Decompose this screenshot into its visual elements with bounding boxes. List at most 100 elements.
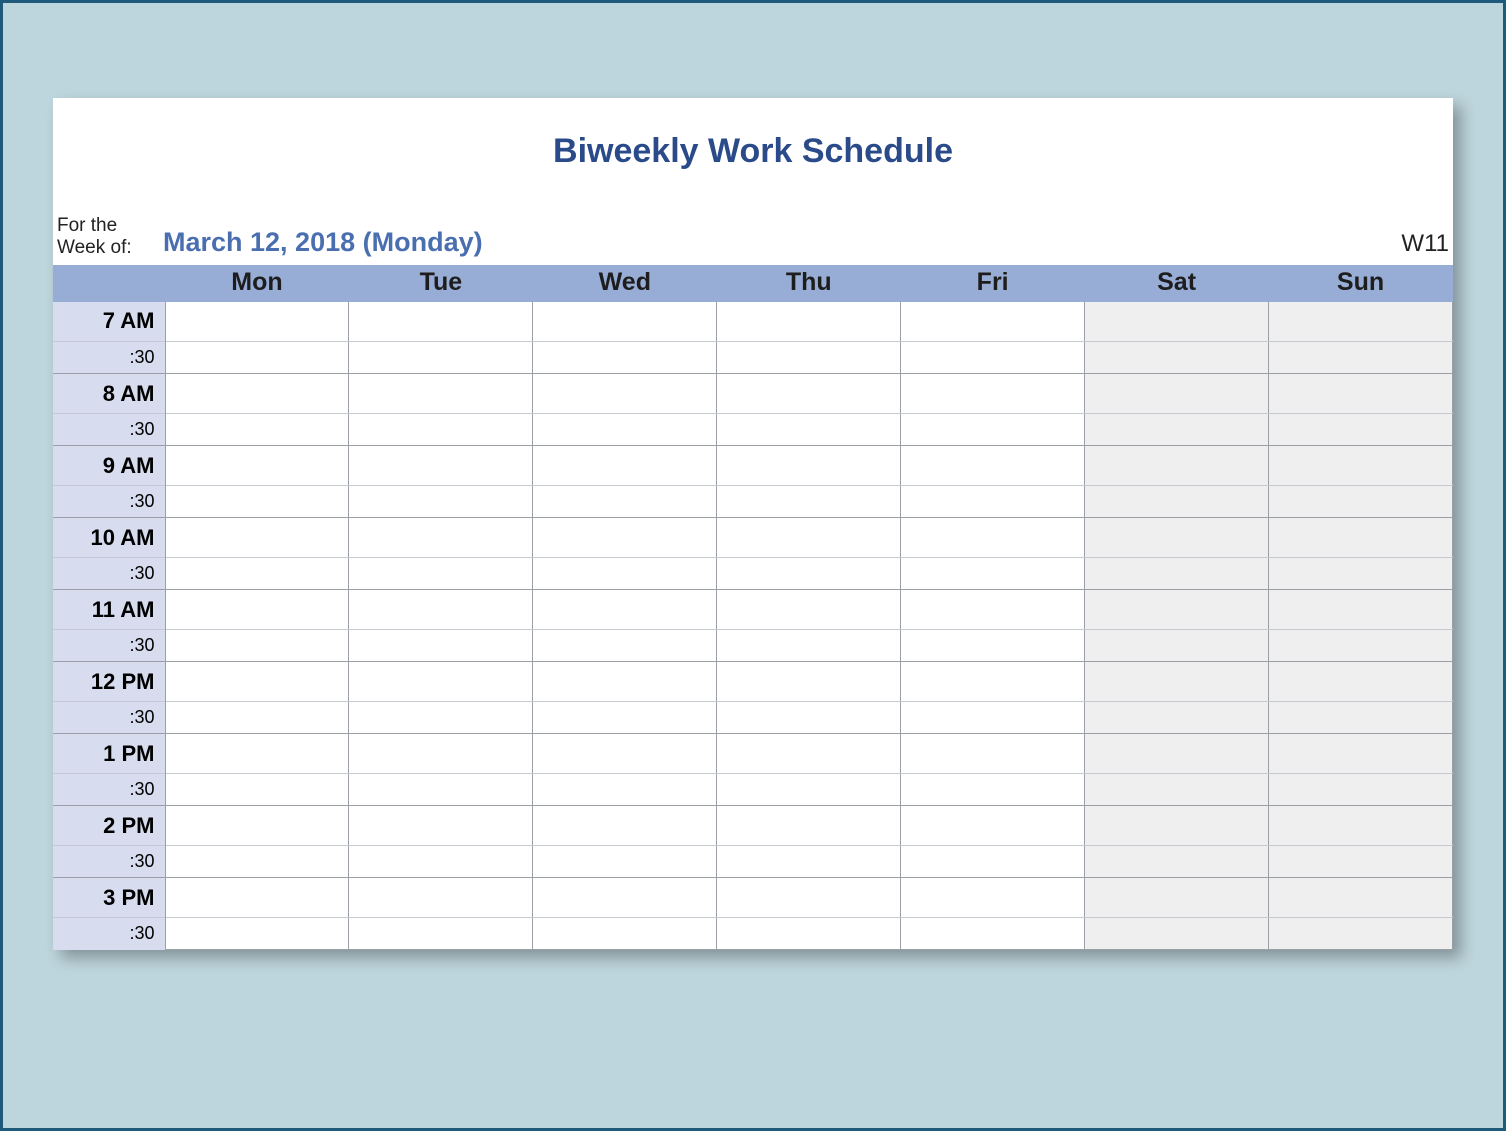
schedule-cell[interactable] — [717, 590, 901, 630]
schedule-cell[interactable] — [533, 662, 717, 702]
schedule-cell[interactable] — [165, 342, 349, 374]
schedule-cell[interactable] — [1085, 302, 1269, 342]
schedule-cell[interactable] — [165, 806, 349, 846]
schedule-cell[interactable] — [533, 374, 717, 414]
schedule-cell[interactable] — [901, 446, 1085, 486]
schedule-cell[interactable] — [717, 702, 901, 734]
schedule-cell[interactable] — [1085, 342, 1269, 374]
schedule-cell[interactable] — [1269, 302, 1453, 342]
schedule-cell[interactable] — [533, 342, 717, 374]
schedule-cell[interactable] — [1269, 342, 1453, 374]
schedule-cell[interactable] — [1269, 806, 1453, 846]
schedule-cell[interactable] — [533, 446, 717, 486]
schedule-cell[interactable] — [1085, 518, 1269, 558]
schedule-cell[interactable] — [1085, 918, 1269, 950]
schedule-cell[interactable] — [1085, 702, 1269, 734]
schedule-cell[interactable] — [165, 446, 349, 486]
schedule-cell[interactable] — [901, 702, 1085, 734]
schedule-cell[interactable] — [717, 734, 901, 774]
schedule-cell[interactable] — [901, 734, 1085, 774]
schedule-cell[interactable] — [901, 302, 1085, 342]
schedule-cell[interactable] — [717, 918, 901, 950]
schedule-cell[interactable] — [533, 774, 717, 806]
schedule-cell[interactable] — [1085, 590, 1269, 630]
schedule-cell[interactable] — [165, 590, 349, 630]
schedule-cell[interactable] — [165, 302, 349, 342]
schedule-cell[interactable] — [717, 846, 901, 878]
schedule-cell[interactable] — [901, 662, 1085, 702]
schedule-cell[interactable] — [901, 846, 1085, 878]
schedule-cell[interactable] — [165, 918, 349, 950]
schedule-cell[interactable] — [1269, 590, 1453, 630]
schedule-cell[interactable] — [349, 630, 533, 662]
schedule-cell[interactable] — [165, 774, 349, 806]
schedule-cell[interactable] — [717, 558, 901, 590]
schedule-cell[interactable] — [533, 878, 717, 918]
schedule-cell[interactable] — [165, 662, 349, 702]
schedule-cell[interactable] — [901, 414, 1085, 446]
schedule-cell[interactable] — [1269, 558, 1453, 590]
schedule-cell[interactable] — [1269, 414, 1453, 446]
schedule-cell[interactable] — [1269, 662, 1453, 702]
schedule-cell[interactable] — [717, 630, 901, 662]
schedule-cell[interactable] — [1269, 846, 1453, 878]
schedule-cell[interactable] — [1269, 486, 1453, 518]
schedule-cell[interactable] — [165, 518, 349, 558]
schedule-cell[interactable] — [533, 918, 717, 950]
schedule-cell[interactable] — [533, 414, 717, 446]
schedule-cell[interactable] — [1085, 558, 1269, 590]
schedule-cell[interactable] — [717, 518, 901, 558]
schedule-cell[interactable] — [533, 518, 717, 558]
schedule-cell[interactable] — [717, 446, 901, 486]
schedule-cell[interactable] — [349, 918, 533, 950]
schedule-cell[interactable] — [717, 342, 901, 374]
schedule-cell[interactable] — [349, 446, 533, 486]
schedule-cell[interactable] — [533, 702, 717, 734]
schedule-cell[interactable] — [349, 374, 533, 414]
schedule-cell[interactable] — [349, 734, 533, 774]
schedule-cell[interactable] — [165, 414, 349, 446]
schedule-cell[interactable] — [717, 806, 901, 846]
schedule-cell[interactable] — [901, 878, 1085, 918]
schedule-cell[interactable] — [1269, 702, 1453, 734]
schedule-cell[interactable] — [165, 878, 349, 918]
schedule-cell[interactable] — [901, 486, 1085, 518]
schedule-cell[interactable] — [1085, 374, 1269, 414]
schedule-cell[interactable] — [901, 774, 1085, 806]
schedule-cell[interactable] — [533, 558, 717, 590]
schedule-cell[interactable] — [165, 702, 349, 734]
schedule-cell[interactable] — [1085, 630, 1269, 662]
schedule-cell[interactable] — [533, 590, 717, 630]
schedule-cell[interactable] — [349, 702, 533, 734]
schedule-cell[interactable] — [901, 806, 1085, 846]
schedule-cell[interactable] — [717, 374, 901, 414]
schedule-cell[interactable] — [349, 486, 533, 518]
schedule-cell[interactable] — [165, 374, 349, 414]
schedule-cell[interactable] — [1085, 846, 1269, 878]
schedule-cell[interactable] — [901, 558, 1085, 590]
schedule-cell[interactable] — [1085, 774, 1269, 806]
schedule-cell[interactable] — [717, 486, 901, 518]
schedule-cell[interactable] — [1269, 518, 1453, 558]
schedule-cell[interactable] — [717, 774, 901, 806]
schedule-cell[interactable] — [901, 374, 1085, 414]
schedule-cell[interactable] — [349, 590, 533, 630]
schedule-cell[interactable] — [533, 486, 717, 518]
schedule-cell[interactable] — [533, 846, 717, 878]
schedule-cell[interactable] — [1085, 446, 1269, 486]
schedule-cell[interactable] — [1269, 630, 1453, 662]
schedule-cell[interactable] — [901, 342, 1085, 374]
schedule-cell[interactable] — [165, 630, 349, 662]
schedule-cell[interactable] — [1269, 918, 1453, 950]
schedule-cell[interactable] — [1085, 486, 1269, 518]
schedule-cell[interactable] — [165, 846, 349, 878]
schedule-cell[interactable] — [533, 806, 717, 846]
schedule-cell[interactable] — [349, 774, 533, 806]
schedule-cell[interactable] — [533, 734, 717, 774]
schedule-cell[interactable] — [1269, 374, 1453, 414]
schedule-cell[interactable] — [533, 302, 717, 342]
schedule-cell[interactable] — [349, 518, 533, 558]
schedule-cell[interactable] — [717, 662, 901, 702]
schedule-cell[interactable] — [349, 806, 533, 846]
schedule-cell[interactable] — [1085, 662, 1269, 702]
